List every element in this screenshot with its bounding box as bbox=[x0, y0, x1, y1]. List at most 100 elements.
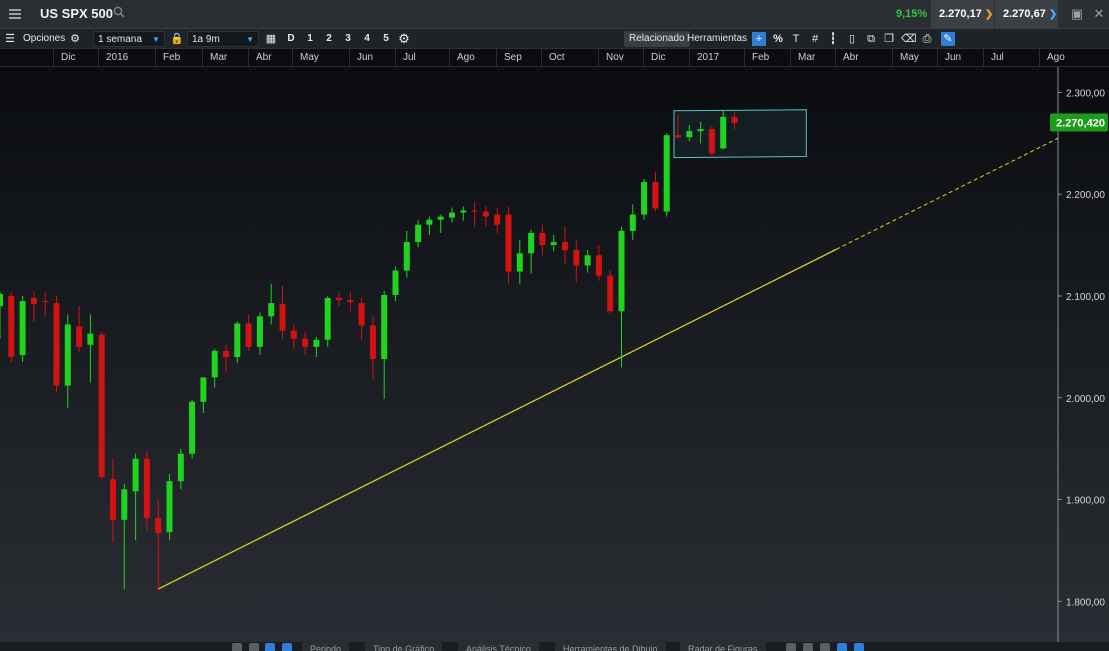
x-tick-label: Ago bbox=[1047, 52, 1065, 63]
instrument-symbol[interactable]: US SPX 500 bbox=[40, 6, 113, 21]
candle-body bbox=[573, 250, 580, 266]
period-button-d[interactable]: D bbox=[283, 31, 299, 47]
layers-icon[interactable]: ❐ bbox=[882, 32, 896, 46]
print-icon[interactable]: ⎙ bbox=[920, 32, 934, 46]
draw-tool-icon[interactable]: ✎ bbox=[941, 32, 955, 46]
zoom-out-icon[interactable] bbox=[232, 643, 242, 651]
x-tick-label: Jun bbox=[357, 52, 374, 63]
period-button-3[interactable]: 3 bbox=[340, 31, 356, 47]
close-icon[interactable]: ✕ bbox=[1090, 5, 1108, 23]
chart-type-tab[interactable]: Tipo de Gráfico bbox=[365, 642, 443, 651]
candle-body bbox=[539, 232, 546, 246]
x-tick-label: May bbox=[300, 52, 319, 63]
sell-price-value: 2.270,17 bbox=[939, 8, 982, 20]
date-axis-separator bbox=[892, 49, 893, 67]
related-button[interactable]: Relacionado bbox=[624, 31, 690, 47]
tools-label[interactable]: Herramientas bbox=[687, 31, 747, 47]
options-label[interactable]: Opciones bbox=[23, 31, 65, 47]
date-axis-separator bbox=[53, 49, 54, 67]
period-button-5[interactable]: 5 bbox=[378, 31, 394, 47]
drawing-tools-tab[interactable]: Herramientas de Dibujo bbox=[555, 642, 666, 651]
pattern-radar-tab[interactable]: Radar de Figuras bbox=[680, 642, 766, 651]
sell-price-button[interactable]: 2.270,17 ❯ bbox=[931, 0, 994, 29]
candle-body bbox=[595, 255, 602, 276]
add-icon[interactable] bbox=[837, 643, 847, 651]
grid-icon[interactable]: # bbox=[808, 32, 822, 46]
settings-gear-icon[interactable]: ⚙ bbox=[397, 32, 411, 46]
gear-icon[interactable]: ⚙ bbox=[68, 32, 82, 46]
date-axis-separator bbox=[983, 49, 984, 67]
candle-body bbox=[234, 323, 241, 358]
candle-body bbox=[324, 298, 331, 340]
search-icon[interactable] bbox=[786, 643, 796, 651]
fit-icon[interactable] bbox=[820, 643, 830, 651]
price-channel bbox=[673, 109, 807, 159]
x-tick-label: Feb bbox=[163, 52, 181, 63]
candle-body bbox=[132, 458, 139, 492]
date-axis-separator bbox=[449, 49, 450, 67]
period-button-1[interactable]: 1 bbox=[302, 31, 318, 47]
compare-icon[interactable]: ⧉ bbox=[864, 32, 878, 46]
candle-body bbox=[697, 129, 704, 132]
chart-background bbox=[0, 67, 1109, 642]
candle-body bbox=[528, 232, 535, 254]
interval-select[interactable]: 1 semana ▼ bbox=[93, 31, 165, 47]
candle-body bbox=[415, 224, 422, 243]
search-icon[interactable] bbox=[113, 6, 125, 18]
x-tick-label: Jul bbox=[403, 52, 416, 63]
candlestick-icon[interactable]: ┇ bbox=[826, 32, 840, 46]
candle-body bbox=[449, 212, 455, 218]
price-chart[interactable]: 2.300,00 2.200,00 2.100,00 2.000,00 1.900,00… bbox=[0, 67, 1109, 642]
x-tick-label: 2017 bbox=[697, 52, 720, 63]
candle-body bbox=[358, 303, 365, 326]
period-button-2[interactable]: 2 bbox=[321, 31, 337, 47]
date-axis-separator bbox=[98, 49, 99, 67]
crosshair-tool-icon[interactable]: + bbox=[752, 32, 766, 46]
interval-value: 1 semana bbox=[98, 34, 142, 45]
date-axis-separator bbox=[541, 49, 542, 67]
buy-price-button[interactable]: 2.270,67 ❯ bbox=[995, 0, 1058, 29]
candle-body bbox=[381, 294, 388, 360]
candle-type-icon[interactable]: ▯ bbox=[845, 32, 859, 46]
period-tab[interactable]: Periodo bbox=[302, 642, 350, 651]
hamburger-menu-icon[interactable] bbox=[4, 4, 26, 24]
date-axis-separator bbox=[155, 49, 156, 67]
eraser-icon[interactable]: ⌫ bbox=[901, 32, 917, 46]
candle-body bbox=[177, 453, 184, 482]
calendar-icon[interactable]: ▦ bbox=[264, 32, 278, 46]
x-tick-label: Dic bbox=[61, 52, 76, 63]
candle-body bbox=[64, 324, 71, 386]
range-select[interactable]: 1a 9m ▼ bbox=[187, 31, 259, 47]
zoom-in-icon[interactable] bbox=[249, 643, 259, 651]
date-axis-separator bbox=[292, 49, 293, 67]
text-tool-icon[interactable]: T bbox=[789, 32, 803, 46]
date-axis-separator bbox=[744, 49, 745, 67]
y-tick-label: 2.300,00 bbox=[1066, 88, 1105, 99]
candle-body bbox=[607, 275, 614, 312]
draw-icon[interactable] bbox=[265, 643, 275, 651]
candle-body bbox=[426, 219, 433, 225]
candle-body bbox=[155, 517, 162, 534]
candle-body bbox=[53, 303, 60, 386]
options-list-icon[interactable]: ☰ bbox=[3, 32, 17, 46]
candle-body bbox=[30, 298, 37, 305]
technical-analysis-tab[interactable]: Análisis Técnico bbox=[458, 642, 539, 651]
candlestick-chart[interactable]: 2.300,00 2.200,00 2.100,00 2.000,00 1.900,00… bbox=[0, 67, 1109, 642]
x-tick-label: Oct bbox=[549, 52, 565, 63]
percent-icon[interactable]: % bbox=[771, 32, 785, 46]
candle-body bbox=[720, 116, 727, 149]
x-tick-label: Jun bbox=[945, 52, 962, 63]
candle-body bbox=[110, 479, 116, 520]
x-tick-label: Mar bbox=[798, 52, 816, 63]
layout-icon[interactable] bbox=[282, 643, 292, 651]
candle-body bbox=[200, 377, 207, 402]
reset-icon[interactable] bbox=[803, 643, 813, 651]
period-button-4[interactable]: 4 bbox=[359, 31, 375, 47]
candle-body bbox=[641, 182, 648, 215]
lock-icon[interactable]: 🔒 bbox=[170, 32, 184, 46]
x-tick-label: Sep bbox=[504, 52, 522, 63]
candle-body bbox=[471, 210, 478, 212]
expand-icon[interactable] bbox=[854, 643, 864, 651]
range-value: 1a 9m bbox=[192, 34, 220, 45]
maximize-icon[interactable]: ▣ bbox=[1068, 5, 1086, 23]
